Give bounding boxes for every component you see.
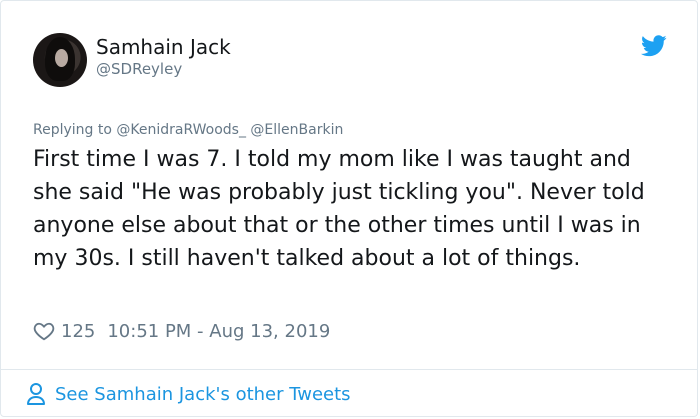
author-handle[interactable]: @SDReyley [96,59,182,79]
reply-context: Replying to @KenidraRWoods_ @EllenBarkin [33,121,343,139]
tweet-meta: 125 10:51 PM - Aug 13, 2019 [33,319,330,343]
reply-prefix: Replying to [33,122,112,138]
mention-kenidra[interactable]: @KenidraRWoods_ [116,122,246,138]
see-other-tweets-label[interactable]: See Samhain Jack's other Tweets [55,384,351,405]
see-other-tweets-link[interactable]: See Samhain Jack's other Tweets [25,382,351,406]
like-count[interactable]: 125 [61,321,95,342]
timestamp[interactable]: 10:51 PM - Aug 13, 2019 [107,321,330,342]
mention-ellen[interactable]: @EllenBarkin [250,122,343,138]
twitter-bird-icon[interactable] [641,35,667,57]
person-icon [27,383,45,405]
heart-icon[interactable] [33,320,55,342]
avatar[interactable] [33,33,87,87]
divider [1,369,697,370]
author-name[interactable]: Samhain Jack [96,34,231,60]
tweet-header: Samhain Jack @SDReyley [33,31,667,91]
tweet-text: First time I was 7. I told my mom like I… [33,147,645,271]
avatar-face [55,49,68,67]
tweet-card: Samhain Jack @SDReyley Replying to @Keni… [0,0,698,417]
